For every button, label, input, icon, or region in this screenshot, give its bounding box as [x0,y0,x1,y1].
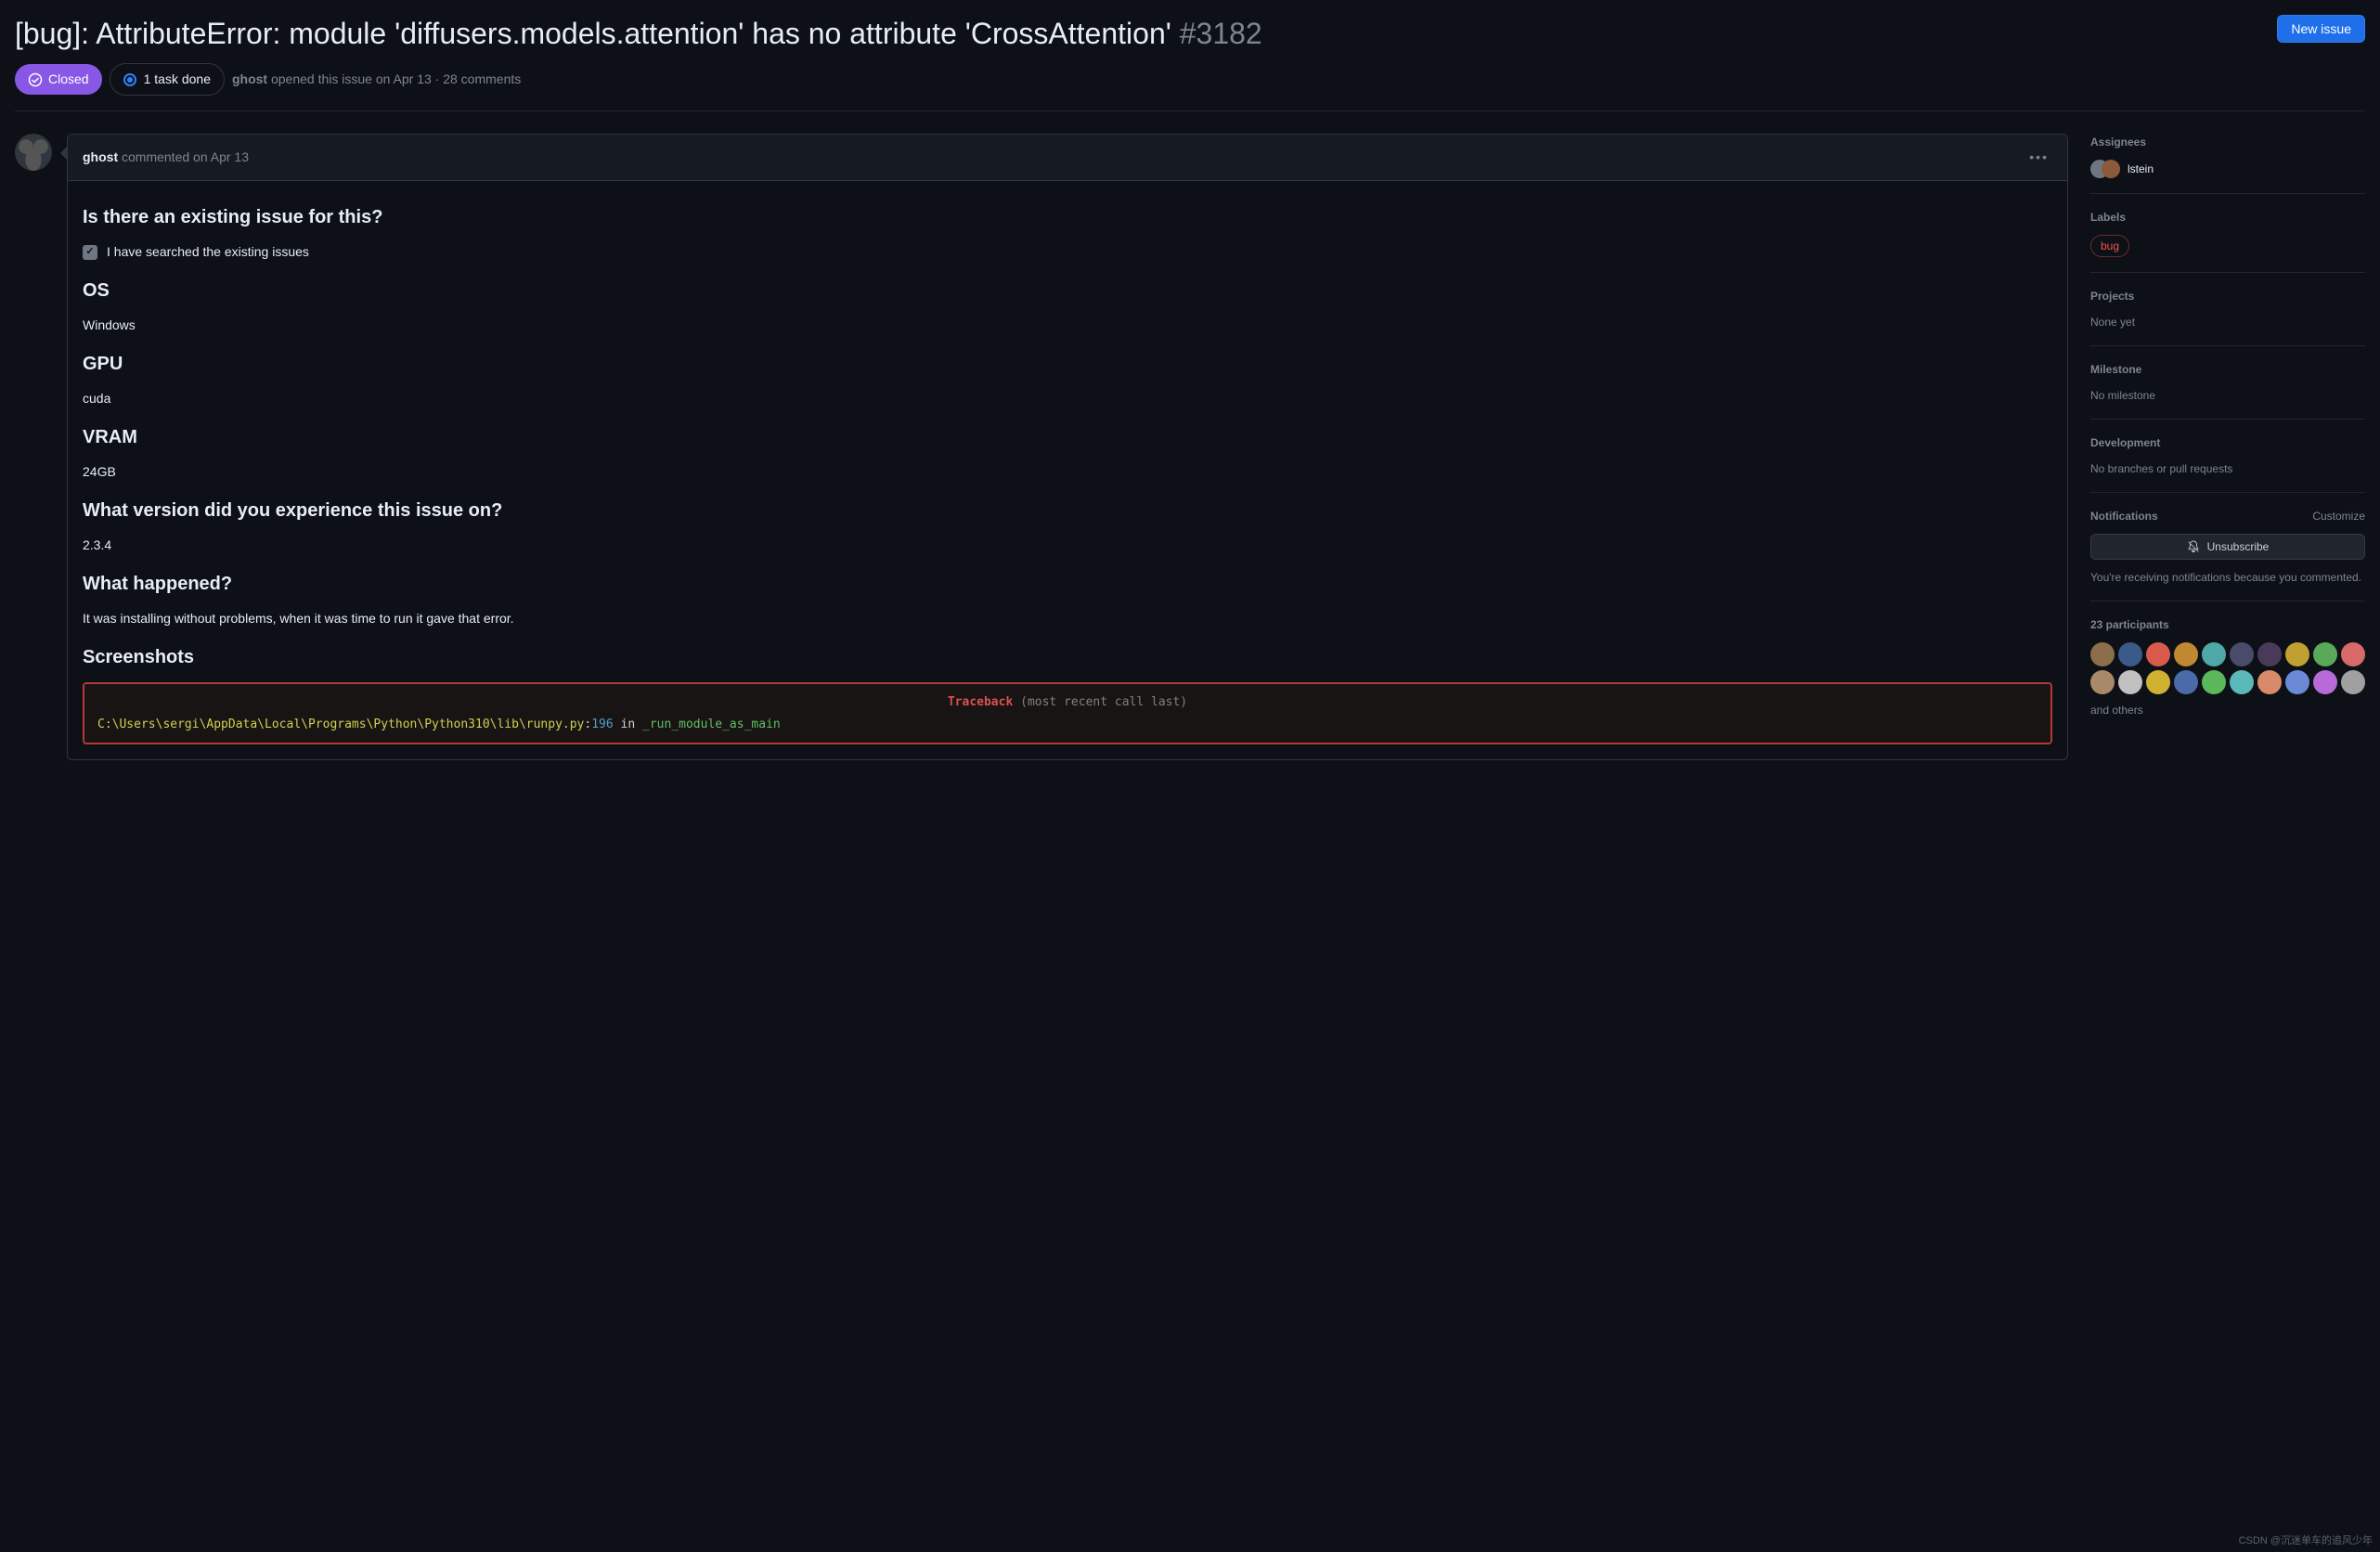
participant-avatar[interactable] [2285,642,2309,666]
sidebar-milestone: Milestone No milestone [2090,346,2365,420]
heading-gpu: GPU [83,350,2052,378]
sidebar-participants: 23 participants and others [2090,601,2365,733]
issue-title: [bug]: AttributeError: module 'diffusers… [15,15,1262,52]
traceback-path: C:\Users\sergi\AppData\Local\Programs\Py… [97,718,584,731]
state-label: Closed [48,70,89,89]
heading-existing-issue: Is there an existing issue for this? [83,203,2052,231]
sidebar-assignees: Assignees lstein [2090,134,2365,194]
participant-avatar[interactable] [2090,670,2115,694]
development-title: Development [2090,434,2365,451]
milestone-value: No milestone [2090,387,2365,404]
value-vram: 24GB [83,462,2052,482]
traceback-label: Traceback [948,695,1013,709]
issue-title-text: [bug]: AttributeError: module 'diffusers… [15,17,1171,50]
sidebar-notifications: Notifications Customize Unsubscribe You'… [2090,493,2365,601]
heading-version: What version did you experience this iss… [83,497,2052,524]
participant-avatar[interactable] [2230,642,2254,666]
comment-box: ghost commented on Apr 13 ••• Is there a… [67,134,2068,760]
participant-avatar[interactable] [2118,670,2142,694]
value-happened: It was installing without problems, when… [83,609,2052,628]
sidebar-projects: Projects None yet [2090,273,2365,346]
comment-verb: commented [122,149,189,164]
new-issue-button[interactable]: New issue [2277,15,2365,43]
participant-avatar[interactable] [2257,642,2282,666]
traceback-subtitle: (most recent call last) [1020,695,1187,709]
participant-avatar[interactable] [2146,670,2170,694]
participants-title: 23 participants [2090,616,2365,633]
value-os: Windows [83,316,2052,335]
projects-value: None yet [2090,314,2365,330]
and-others[interactable]: and others [2090,702,2365,718]
watermark: CSDN @沉迷单车的追风少年 [2239,1533,2373,1549]
task-progress-label: 1 task done [144,70,211,89]
participant-avatar[interactable] [2313,670,2337,694]
avatar [2102,160,2120,178]
labels-title: Labels [2090,209,2365,226]
participant-avatar[interactable] [2146,642,2170,666]
traceback-block: Traceback (most recent call last) C:\Use… [83,682,2052,744]
assignee-row[interactable]: lstein [2090,160,2365,178]
unsubscribe-button[interactable]: Unsubscribe [2090,534,2365,560]
issue-number: #3182 [1180,17,1262,50]
participant-avatar[interactable] [2341,670,2365,694]
customize-link[interactable]: Customize [2312,508,2365,524]
participant-avatar[interactable] [2174,642,2198,666]
task-progress-badge[interactable]: 1 task done [110,63,225,96]
bell-slash-icon [2187,540,2200,553]
participant-avatar[interactable] [2230,670,2254,694]
participants-list [2090,642,2365,694]
issue-meta-suffix: opened this issue on Apr 13 · 28 comment… [267,71,521,86]
heading-happened: What happened? [83,570,2052,598]
comment-menu-button[interactable]: ••• [2025,144,2052,171]
projects-title: Projects [2090,288,2365,304]
unsubscribe-label: Unsubscribe [2207,540,2270,553]
comment-date[interactable]: on Apr 13 [193,149,249,164]
issue-meta-text: ghost opened this issue on Apr 13 · 28 c… [232,70,521,89]
heading-vram: VRAM [83,423,2052,451]
participant-avatar[interactable] [2202,642,2226,666]
milestone-title: Milestone [2090,361,2365,378]
heading-os: OS [83,277,2052,304]
participant-avatar[interactable] [2341,642,2365,666]
participant-avatar[interactable] [2285,670,2309,694]
checkbox-checked-icon: ✓ [83,245,97,260]
label-bug[interactable]: bug [2090,235,2129,257]
traceback-lineno: 196 [591,718,613,731]
notification-reason: You're receiving notifications because y… [2090,569,2365,586]
issue-state-badge: Closed [15,64,102,95]
closed-icon [28,72,43,87]
task-label: I have searched the existing issues [107,242,309,262]
participant-avatar[interactable] [2257,670,2282,694]
avatar[interactable] [15,134,52,171]
header-divider [15,110,2365,111]
traceback-in: in [614,718,642,731]
sidebar-labels: Labels bug [2090,194,2365,273]
traceback-module: _run_module_as_main [642,718,781,731]
assignees-title: Assignees [2090,134,2365,150]
task-item: ✓ I have searched the existing issues [83,242,2052,262]
comment-body: Is there an existing issue for this? ✓ I… [68,181,2067,759]
participant-avatar[interactable] [2090,642,2115,666]
issue-author[interactable]: ghost [232,71,267,86]
participant-avatar[interactable] [2118,642,2142,666]
participant-avatar[interactable] [2202,670,2226,694]
heading-screenshots: Screenshots [83,643,2052,671]
assignee-name[interactable]: lstein [2128,161,2154,177]
value-gpu: cuda [83,389,2052,408]
participant-avatar[interactable] [2174,670,2198,694]
sidebar-development: Development No branches or pull requests [2090,420,2365,493]
comment-header: ghost commented on Apr 13 ••• [68,135,2067,181]
comment-author[interactable]: ghost [83,149,118,164]
value-version: 2.3.4 [83,536,2052,555]
development-value: No branches or pull requests [2090,460,2365,477]
participant-avatar[interactable] [2313,642,2337,666]
notifications-title: Notifications [2090,508,2158,524]
task-progress-icon [123,73,136,86]
